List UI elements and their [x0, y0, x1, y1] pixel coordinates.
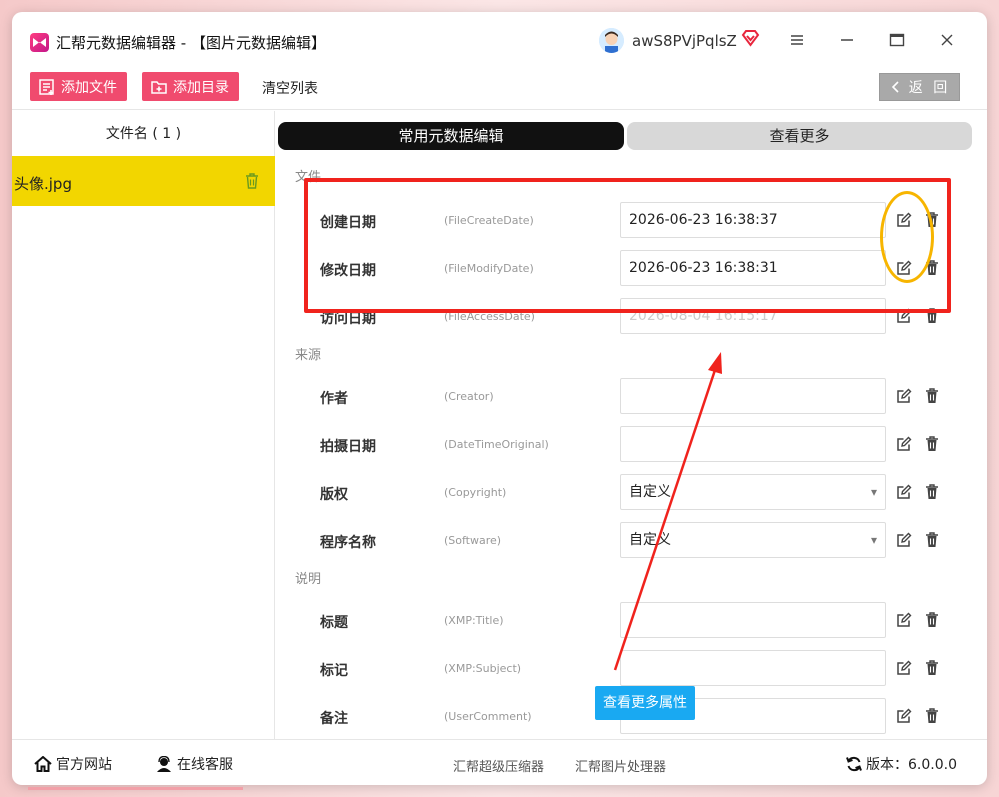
- version-info[interactable]: 版本：6.0.0.0: [846, 754, 957, 774]
- refresh-icon: [846, 756, 862, 772]
- official-site-label: 官方网站: [56, 757, 112, 773]
- image-processor-link[interactable]: 汇帮图片处理器: [575, 756, 666, 775]
- app-window: 汇帮元数据编辑器 - 【图片元数据编辑】 awS8PVjPqlsZ 添加文件 添…: [12, 12, 987, 785]
- footer: 官方网站 在线客服 汇帮超级压缩器 汇帮图片处理器 版本：6.0.0.0: [12, 739, 987, 785]
- online-service-link[interactable]: 在线客服: [155, 754, 233, 774]
- version-label: 版本：6.0.0.0: [866, 757, 957, 773]
- view-more-attributes-tooltip[interactable]: 查看更多属性: [595, 686, 695, 720]
- support-agent-icon: [157, 755, 171, 772]
- official-site-link[interactable]: 官方网站: [34, 754, 112, 774]
- online-service-label: 在线客服: [177, 757, 233, 773]
- home-icon: [34, 756, 52, 772]
- annotation-arrow: [613, 352, 722, 671]
- taskbar-indicator: [28, 787, 243, 790]
- compressor-link[interactable]: 汇帮超级压缩器: [453, 756, 544, 775]
